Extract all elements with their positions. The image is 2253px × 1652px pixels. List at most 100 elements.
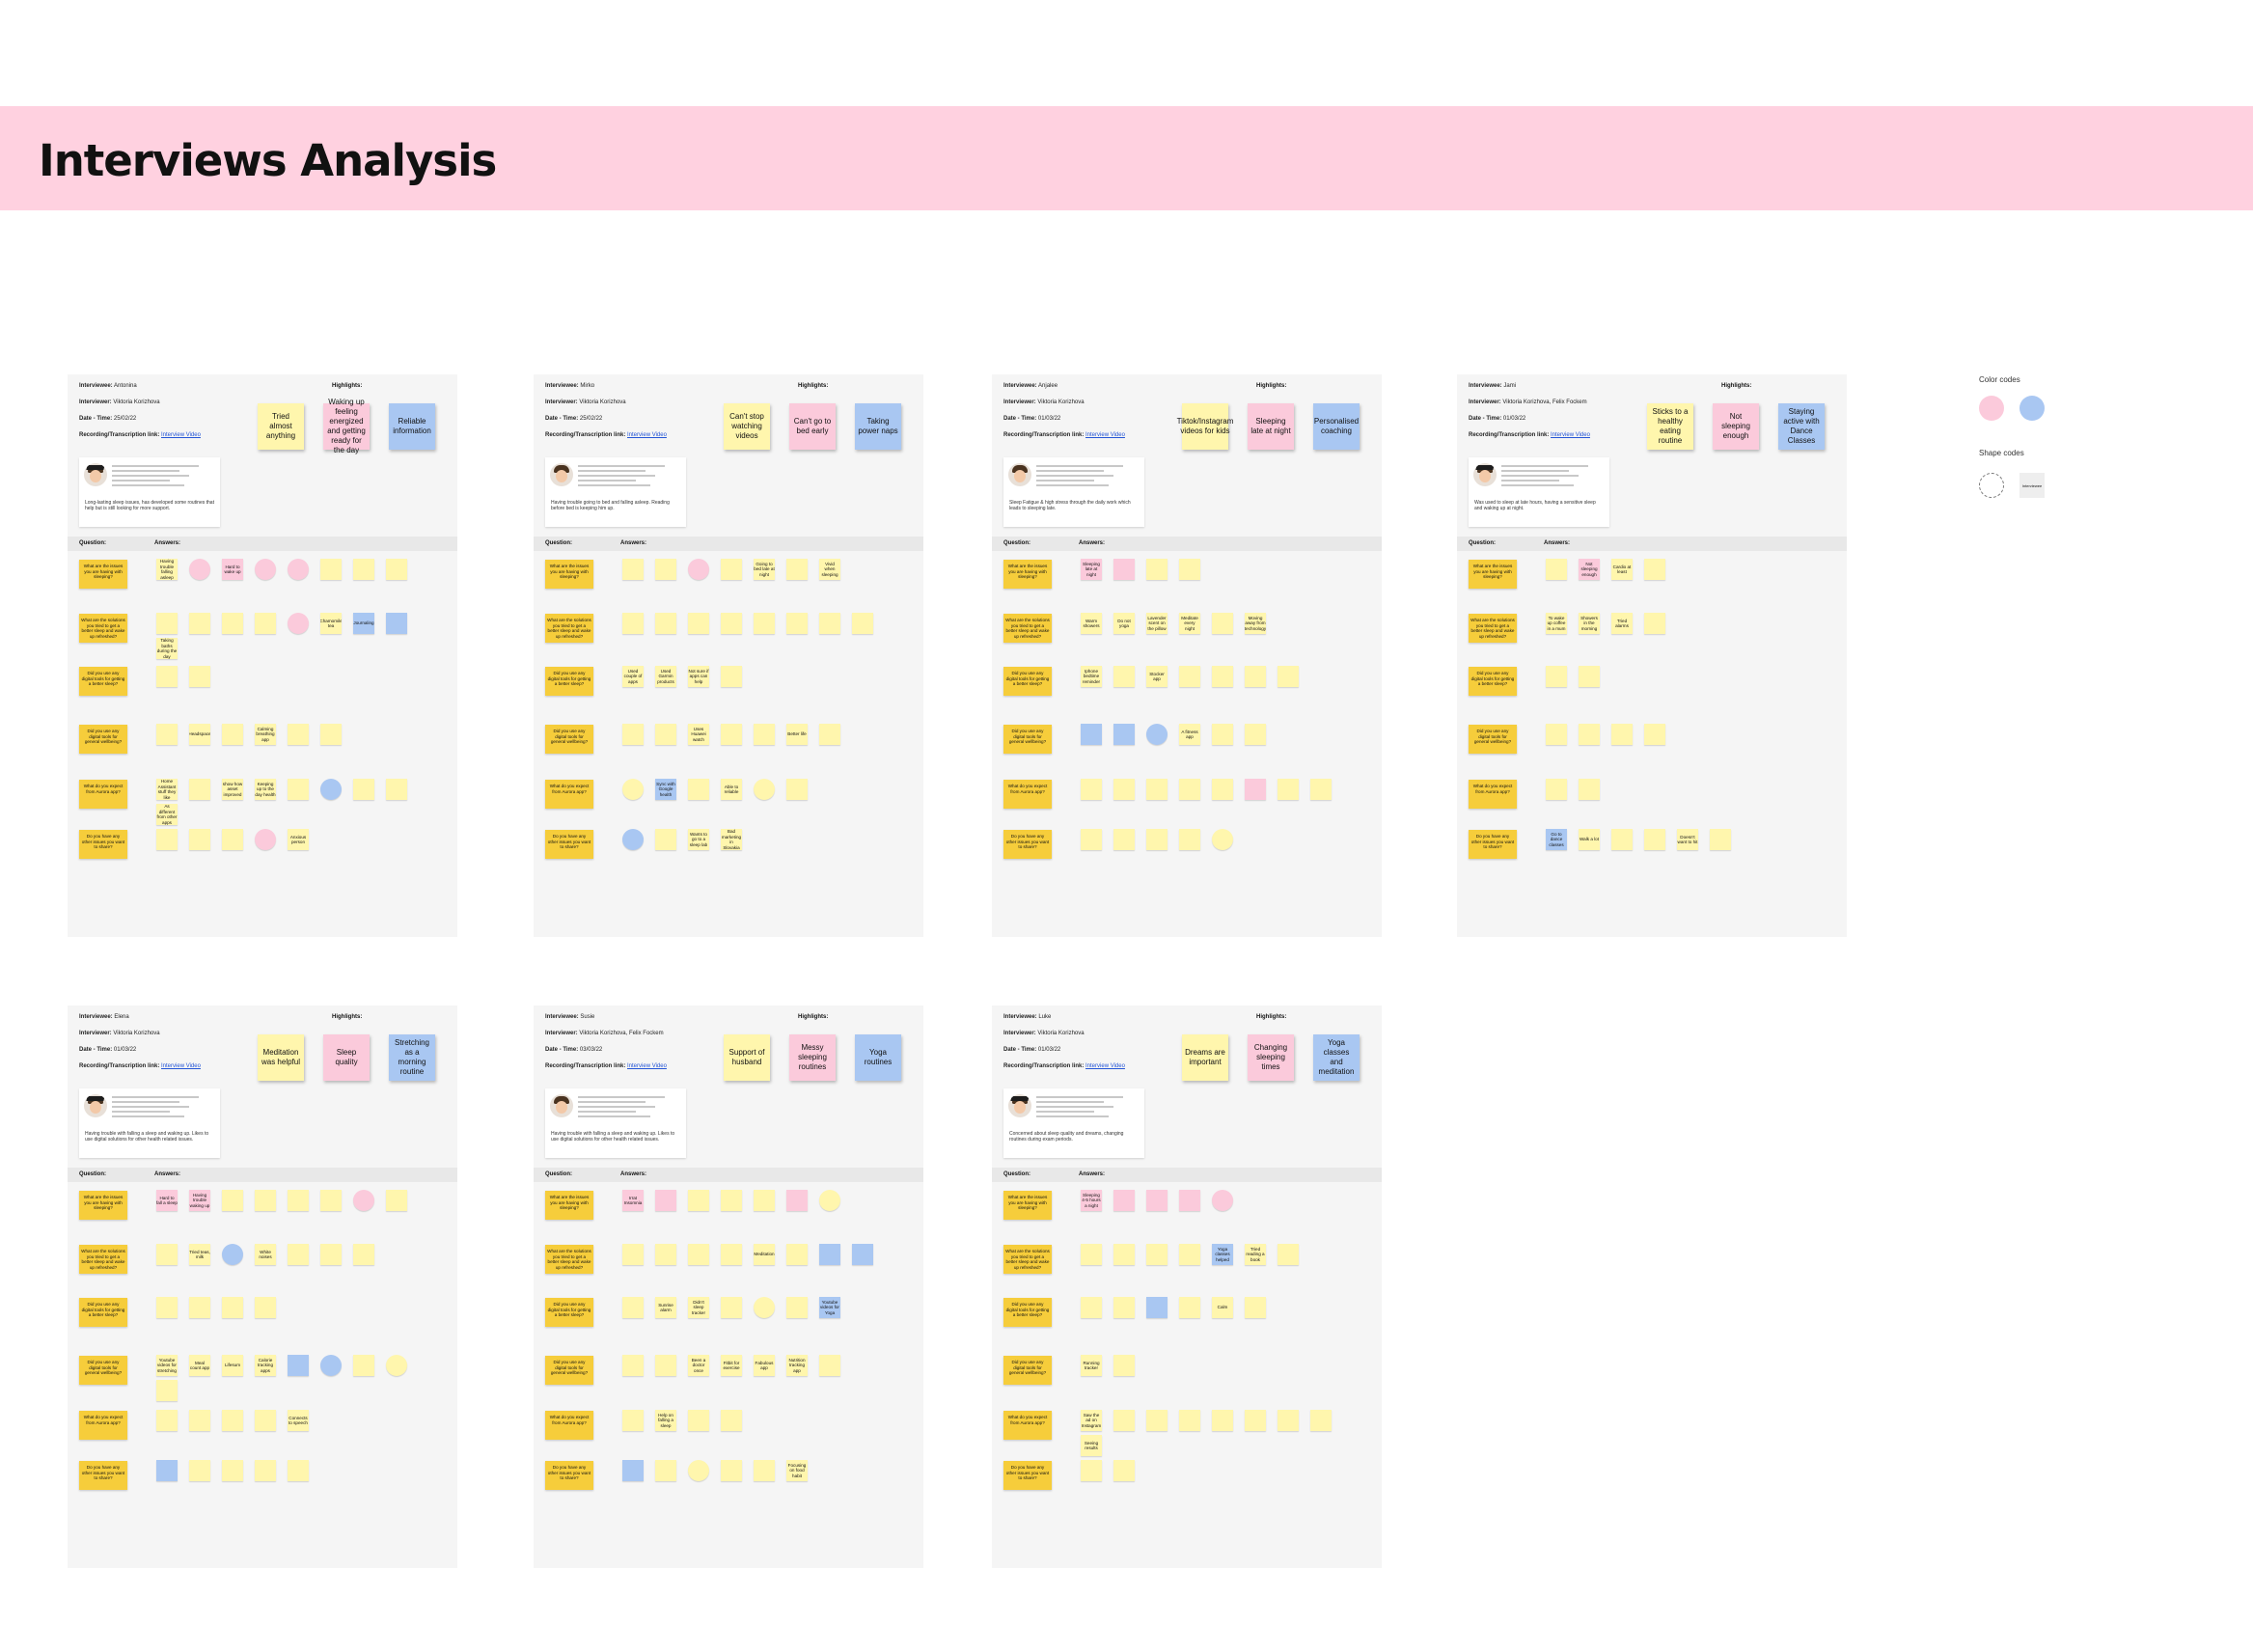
meta-label: Interviewer: xyxy=(1469,399,1501,405)
answer-note: Calm xyxy=(1212,1297,1233,1318)
answer-note xyxy=(1113,1355,1135,1376)
answer-note xyxy=(1546,724,1567,745)
interviewee-card: Having trouble with falling a sleep and … xyxy=(545,1088,686,1158)
interview-video-link[interactable]: Interview Video xyxy=(627,432,667,438)
answer-note xyxy=(721,559,742,580)
answer-note xyxy=(1546,559,1567,580)
meta-recording: Recording/Transcription link: Interview … xyxy=(79,1063,201,1069)
answer-note xyxy=(655,724,676,745)
answer-note xyxy=(1278,1244,1299,1265)
answer-note: Sunrise alarm xyxy=(655,1297,676,1318)
qa-header: Question: Answers: xyxy=(1457,537,1847,551)
meta-interviewer: Interviewer: Viktoria Korizhova xyxy=(1003,1031,1085,1036)
interview-video-link[interactable]: Interview Video xyxy=(161,1063,201,1069)
shape-codes-label: Shape codes xyxy=(1979,449,2024,457)
answer-note xyxy=(1212,779,1233,800)
text-line xyxy=(578,484,650,486)
meta-interviewee: Interviewee: Mirko xyxy=(545,383,594,389)
meta-interviewee: Interviewee: Antonina xyxy=(79,383,137,389)
answer-note: Home Assistant stuff they like xyxy=(156,779,178,800)
blue-color-swatch xyxy=(2019,396,2045,421)
answer-note xyxy=(655,613,676,634)
answer-note xyxy=(688,1190,709,1211)
question-note: Did you use any digital tools for gettin… xyxy=(79,1298,127,1327)
answer-note: Running tracker xyxy=(1081,1355,1102,1376)
answer-note xyxy=(156,724,178,745)
answer-note xyxy=(655,1460,676,1481)
answer-note xyxy=(1179,1410,1200,1431)
meta-label: Interviewer: xyxy=(545,399,578,405)
answer-note xyxy=(721,1244,742,1265)
meta-value: Viktoria Korizhova xyxy=(579,399,626,405)
answer-note xyxy=(819,1244,840,1265)
meta-interviewee: Interviewee: Anjalee xyxy=(1003,383,1058,389)
answer-note xyxy=(754,613,775,634)
meta-label: Recording/Transcription link: xyxy=(1469,432,1550,438)
interview-video-link[interactable]: Interview Video xyxy=(1085,1063,1125,1069)
answer-note xyxy=(288,559,309,580)
meta-value: 01/03/22 xyxy=(1037,416,1061,422)
answer-note xyxy=(1081,1244,1102,1265)
answer-note xyxy=(1278,779,1299,800)
answer-note xyxy=(1179,779,1200,800)
graduation-cap-icon xyxy=(86,1096,105,1101)
answer-note xyxy=(320,1190,342,1211)
profile-details xyxy=(1501,465,1598,489)
meta-date: Date - Time: 25/02/22 xyxy=(545,416,602,422)
answer-note xyxy=(1113,724,1135,745)
answer-note xyxy=(156,666,178,687)
answer-note xyxy=(1179,1297,1200,1318)
question-note: Do you have any other issues you want to… xyxy=(79,830,127,859)
page-title: Interviews Analysis xyxy=(39,135,497,186)
highlight-note: Yoga classes and meditation xyxy=(1313,1034,1360,1081)
answer-note: Showers in the morning xyxy=(1579,613,1600,634)
answer-note: Youtube videos for Yoga xyxy=(819,1297,840,1318)
profile-details xyxy=(112,1096,208,1120)
answer-note xyxy=(189,559,210,580)
interview-board: Interviewee: Elena Interviewer: Viktoria … xyxy=(68,1005,457,1568)
question-note: Did you use any digital tools for gettin… xyxy=(1469,667,1517,696)
answer-note: White noises xyxy=(255,1244,276,1265)
interview-video-link[interactable]: Interview Video xyxy=(161,432,201,438)
interviewee-card: Having trouble going to bed and falling … xyxy=(545,457,686,527)
answer-note xyxy=(1113,1297,1135,1318)
meta-value: Anjalee xyxy=(1038,383,1058,389)
answer-note xyxy=(189,1460,210,1481)
answer-note xyxy=(1710,829,1731,850)
qa-header: Question: Answers: xyxy=(992,537,1382,551)
text-line xyxy=(112,1111,170,1113)
answer-note xyxy=(353,559,374,580)
meta-value: 01/03/22 xyxy=(113,1047,137,1053)
answer-note: Going to bed late at night xyxy=(754,559,775,580)
answer-note: Saw the ad on Instagram xyxy=(1081,1410,1102,1431)
text-line xyxy=(578,1111,636,1113)
interview-video-link[interactable]: Interview Video xyxy=(1085,432,1125,438)
question-note: What are the solutions you tried to get … xyxy=(1003,614,1052,643)
answer-note xyxy=(222,613,243,634)
answer-note: Doesn't want to hit xyxy=(1677,829,1698,850)
question-note: What are the issues you are having with … xyxy=(1003,560,1052,589)
answer-note: Meditate every night xyxy=(1179,613,1200,634)
answer-note: Irrat Insomnia xyxy=(622,1190,644,1211)
question-note: Do you have any other issues you want to… xyxy=(1003,1461,1052,1490)
answer-note: A fitness app xyxy=(1179,724,1200,745)
question-column-label: Question: xyxy=(1003,540,1030,546)
answer-note xyxy=(1146,1244,1168,1265)
answer-note xyxy=(1113,559,1135,580)
avatar xyxy=(1008,463,1031,486)
meta-interviewee: Interviewee: Susie xyxy=(545,1014,594,1020)
avatar xyxy=(550,1094,573,1117)
question-note: What do you expect from Aurora app? xyxy=(545,1411,593,1440)
highlight-note: Staying active with Dance Classes xyxy=(1778,403,1825,450)
answer-note xyxy=(353,779,374,800)
answer-note: Focusing on food habit xyxy=(786,1460,808,1481)
answer-note xyxy=(353,1244,374,1265)
interview-video-link[interactable]: Interview Video xyxy=(627,1063,667,1069)
meta-value: Viktoria Korizhova xyxy=(1037,1031,1085,1036)
interview-video-link[interactable]: Interview Video xyxy=(1551,432,1590,438)
avatar xyxy=(550,463,573,486)
answer-note xyxy=(1611,724,1633,745)
meta-recording: Recording/Transcription link: Interview … xyxy=(79,432,201,438)
meta-label: Date - Time: xyxy=(1003,1047,1037,1053)
meta-label: Interviewee: xyxy=(79,1014,113,1020)
